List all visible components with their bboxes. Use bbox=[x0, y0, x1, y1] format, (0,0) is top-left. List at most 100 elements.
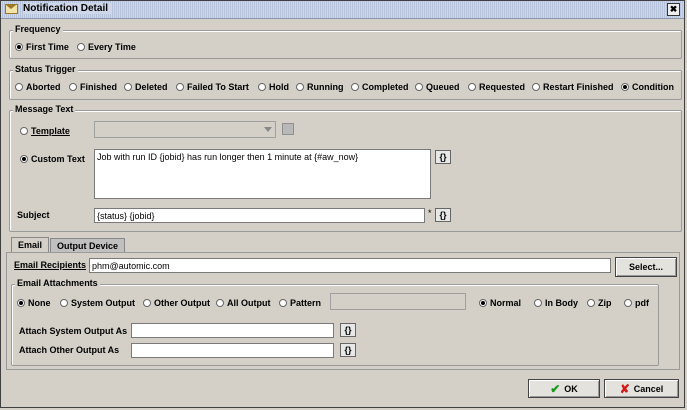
radio-dot bbox=[296, 83, 304, 91]
radio-label: Queued bbox=[426, 82, 460, 92]
radio-running[interactable]: Running bbox=[296, 82, 344, 92]
tab-email[interactable]: Email bbox=[11, 237, 49, 253]
cancel-button[interactable]: ✘ Cancel bbox=[604, 379, 679, 398]
frequency-group: Frequency First Time Every Time bbox=[9, 24, 682, 59]
radio-attach-other-output[interactable]: Other Output bbox=[143, 298, 210, 308]
radio-finished[interactable]: Finished bbox=[69, 82, 117, 92]
radio-label: Running bbox=[307, 82, 344, 92]
window-title: Notification Detail bbox=[23, 3, 113, 14]
radio-attach-pattern[interactable]: Pattern bbox=[279, 298, 321, 308]
radio-dot bbox=[351, 83, 359, 91]
radio-first-time[interactable]: First Time bbox=[15, 42, 69, 52]
email-attachments-title: Email Attachments bbox=[15, 278, 100, 288]
radio-requested[interactable]: Requested bbox=[468, 82, 525, 92]
radio-label: pdf bbox=[635, 298, 649, 308]
radio-dot bbox=[15, 43, 23, 51]
cancel-x-icon: ✘ bbox=[619, 381, 630, 396]
radio-format-normal[interactable]: Normal bbox=[479, 298, 521, 308]
radio-attach-system-output[interactable]: System Output bbox=[60, 298, 135, 308]
radio-label: Aborted bbox=[26, 82, 61, 92]
custom-text-area[interactable]: Job with run ID {jobid} has run longer t… bbox=[94, 149, 431, 199]
radio-failed-to-start[interactable]: Failed To Start bbox=[176, 82, 249, 92]
radio-dot bbox=[479, 299, 487, 307]
email-recipients-label: Email Recipients bbox=[14, 260, 86, 270]
email-recipients-text: Email Recipients bbox=[14, 260, 87, 270]
template-select[interactable] bbox=[94, 121, 276, 138]
subject-label: Subject bbox=[17, 210, 50, 220]
radio-label: Deleted bbox=[135, 82, 168, 92]
pattern-input[interactable] bbox=[330, 293, 466, 310]
radio-dot bbox=[124, 83, 132, 91]
radio-dot bbox=[534, 299, 542, 307]
radio-label: All Output bbox=[227, 298, 271, 308]
subject-input[interactable]: {status} {jobid} bbox=[94, 208, 425, 223]
radio-attach-none[interactable]: None bbox=[17, 298, 51, 308]
radio-label: Template bbox=[31, 126, 70, 136]
radio-queued[interactable]: Queued bbox=[415, 82, 460, 92]
radio-label: Condition bbox=[632, 82, 674, 92]
radio-dot bbox=[15, 83, 23, 91]
radio-deleted[interactable]: Deleted bbox=[124, 82, 168, 92]
check-icon: ✔ bbox=[550, 381, 561, 396]
status-trigger-title: Status Trigger bbox=[13, 64, 78, 74]
radio-format-zip[interactable]: Zip bbox=[587, 298, 612, 308]
radio-label: Finished bbox=[80, 82, 118, 92]
radio-label: Zip bbox=[598, 298, 612, 308]
attach-other-output-input[interactable] bbox=[131, 343, 334, 358]
radio-label: Hold bbox=[269, 82, 289, 92]
message-text-group: Message Text Template Custom Text Job wi… bbox=[9, 104, 682, 232]
radio-label: First Time bbox=[26, 42, 69, 52]
title-bar[interactable]: Notification Detail ✖ bbox=[1, 1, 684, 19]
radio-dot bbox=[415, 83, 423, 91]
message-text-title: Message Text bbox=[13, 104, 76, 114]
ok-button[interactable]: ✔ OK bbox=[528, 379, 600, 398]
radio-dot bbox=[621, 83, 629, 91]
radio-label: Custom Text bbox=[31, 154, 85, 164]
radio-dot bbox=[279, 299, 287, 307]
close-button[interactable]: ✖ bbox=[667, 3, 680, 16]
radio-dot bbox=[17, 299, 25, 307]
radio-condition[interactable]: Condition bbox=[621, 82, 674, 92]
radio-dot bbox=[60, 299, 68, 307]
radio-label: Every Time bbox=[88, 42, 136, 52]
radio-label: Requested bbox=[479, 82, 526, 92]
radio-dot bbox=[532, 83, 540, 91]
radio-dot bbox=[77, 43, 85, 51]
radio-custom-text[interactable]: Custom Text bbox=[20, 154, 85, 164]
select-recipients-button[interactable]: Select... bbox=[615, 257, 677, 277]
notification-detail-window: Notification Detail ✖ Frequency First Ti… bbox=[0, 0, 685, 408]
radio-format-in-body[interactable]: In Body bbox=[534, 298, 578, 308]
attach-other-output-label: Attach Other Output As bbox=[19, 345, 120, 355]
radio-format-pdf[interactable]: pdf bbox=[624, 298, 649, 308]
radio-dot bbox=[216, 299, 224, 307]
attach-system-output-input[interactable] bbox=[131, 323, 334, 338]
attach-system-variable-button[interactable]: {} bbox=[340, 323, 356, 337]
radio-completed[interactable]: Completed bbox=[351, 82, 409, 92]
frequency-title: Frequency bbox=[13, 24, 63, 34]
radio-label: Failed To Start bbox=[187, 82, 249, 92]
template-browse-icon[interactable] bbox=[282, 123, 294, 135]
radio-aborted[interactable]: Aborted bbox=[15, 82, 61, 92]
radio-dot bbox=[69, 83, 77, 91]
radio-label: Other Output bbox=[154, 298, 210, 308]
radio-template[interactable]: Template bbox=[20, 126, 70, 136]
radio-dot bbox=[143, 299, 151, 307]
radio-dot bbox=[587, 299, 595, 307]
ok-label: OK bbox=[564, 383, 578, 394]
radio-dot bbox=[624, 299, 632, 307]
email-recipients-input[interactable]: phm@automic.com bbox=[89, 258, 611, 273]
attach-other-variable-button[interactable]: {} bbox=[340, 343, 356, 357]
radio-attach-all-output[interactable]: All Output bbox=[216, 298, 271, 308]
subject-variable-button[interactable]: {} bbox=[435, 208, 451, 222]
email-attachments-group: Email Attachments None System Output Oth… bbox=[11, 278, 659, 366]
radio-dot bbox=[176, 83, 184, 91]
radio-label: In Body bbox=[545, 298, 578, 308]
radio-restart-finished[interactable]: Restart Finished bbox=[532, 82, 614, 92]
tab-output-device[interactable]: Output Device bbox=[50, 238, 125, 253]
radio-label: Normal bbox=[490, 298, 522, 308]
radio-dot bbox=[20, 155, 28, 163]
radio-hold[interactable]: Hold bbox=[258, 82, 289, 92]
custom-text-variable-button[interactable]: {} bbox=[435, 150, 451, 164]
radio-every-time[interactable]: Every Time bbox=[77, 42, 136, 52]
radio-label: Completed bbox=[362, 82, 409, 92]
